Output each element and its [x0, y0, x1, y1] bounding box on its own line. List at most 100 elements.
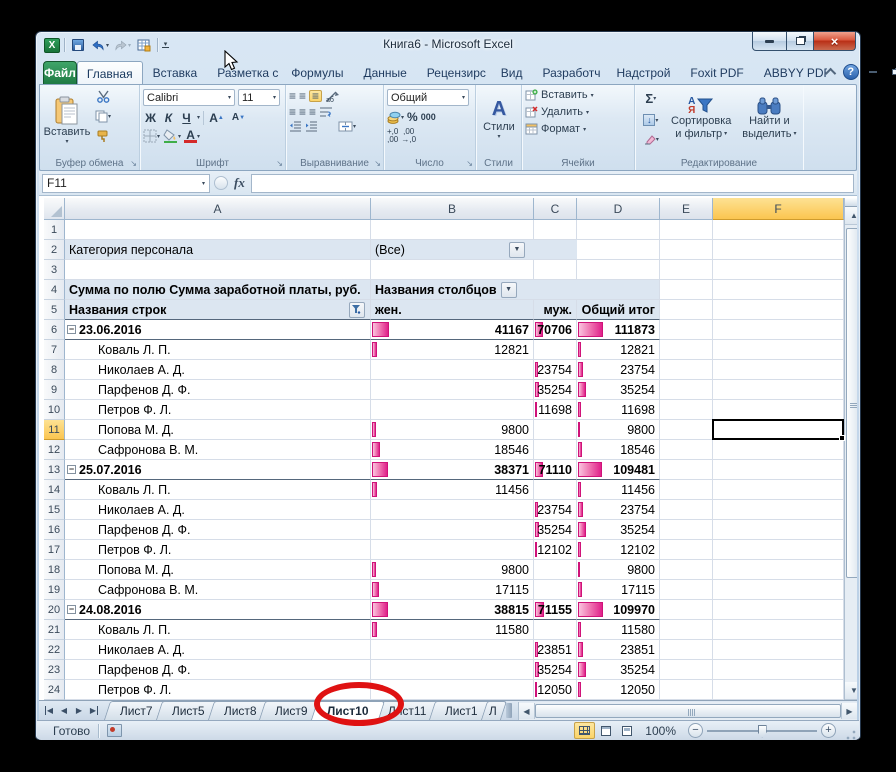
formula-bar-divider[interactable]	[214, 176, 228, 190]
dropdown-icon[interactable]: ▾	[157, 133, 160, 140]
cell-A18[interactable]: Попова М. Д.	[65, 560, 371, 580]
cell-F6[interactable]	[713, 320, 844, 340]
fill-color-button[interactable]: ▾	[163, 129, 181, 143]
find-select-button[interactable]: Найти и выделить▾	[739, 87, 800, 151]
cell-F17[interactable]	[713, 540, 844, 560]
cell-F5[interactable]	[713, 300, 844, 320]
cell-F19[interactable]	[713, 580, 844, 600]
cell-D3[interactable]	[577, 260, 660, 280]
cell-C11[interactable]	[534, 420, 577, 440]
cell-B13[interactable]: 38371	[371, 460, 534, 480]
cell-D16[interactable]: 35254	[577, 520, 660, 540]
cell-B3[interactable]	[371, 260, 534, 280]
row-header-23[interactable]: 23	[44, 660, 65, 680]
cell-D24[interactable]: 12050	[577, 680, 660, 700]
cell-A9[interactable]: Парфенов Д. Ф.	[65, 380, 371, 400]
cell-F4[interactable]	[713, 280, 844, 300]
row-header-6[interactable]: 6	[44, 320, 65, 340]
cell-E16[interactable]	[660, 520, 713, 540]
cell-B16[interactable]	[371, 520, 534, 540]
cell-C18[interactable]	[534, 560, 577, 580]
horizontal-scroll-track[interactable]	[535, 703, 841, 719]
font-color-button[interactable]: А ▾	[184, 130, 200, 143]
cell-F13[interactable]	[713, 460, 844, 480]
delete-cells-button[interactable]: Удалить	[541, 106, 583, 118]
cell-A4[interactable]: Сумма по полю Сумма заработной платы, ру…	[65, 280, 371, 300]
ribbon-tab-Главная[interactable]: Главная	[77, 61, 143, 85]
paste-button[interactable]: Вставить ▾	[43, 87, 91, 153]
dropdown-icon[interactable]: ▾	[586, 109, 589, 116]
cell-F23[interactable]	[713, 660, 844, 680]
italic-button[interactable]: К	[161, 110, 176, 125]
vertical-scrollbar[interactable]: ▲ ▼	[844, 198, 857, 700]
cell-D2[interactable]	[577, 240, 660, 260]
row-header-5[interactable]: 5	[44, 300, 65, 320]
number-format-combo[interactable]: Общий▾	[387, 89, 469, 106]
cell-C16[interactable]: 35254	[534, 520, 577, 540]
column-header-A[interactable]: A	[65, 198, 371, 220]
autosum-button[interactable]: Σ▾	[645, 91, 656, 106]
cell-F12[interactable]	[713, 440, 844, 460]
ribbon-tab-Разметка с[interactable]: Разметка с	[207, 61, 281, 85]
column-labels-dropdown[interactable]: ▼	[501, 282, 517, 298]
collapse-group-button[interactable]: −	[67, 605, 76, 614]
cell-E2[interactable]	[660, 240, 713, 260]
cell-F15[interactable]	[713, 500, 844, 520]
cell-B12[interactable]: 18546	[371, 440, 534, 460]
cell-A13[interactable]: −25.07.2016	[65, 460, 371, 480]
zoom-level[interactable]: 100%	[645, 724, 676, 738]
dropdown-icon[interactable]: ▾	[583, 126, 586, 133]
cell-E12[interactable]	[660, 440, 713, 460]
cell-B18[interactable]: 9800	[371, 560, 534, 580]
cell-E22[interactable]	[660, 640, 713, 660]
row-header-11[interactable]: 11	[44, 420, 65, 440]
cell-E23[interactable]	[660, 660, 713, 680]
cell-D13[interactable]: 109481	[577, 460, 660, 480]
cell-E7[interactable]	[660, 340, 713, 360]
zoom-slider-thumb[interactable]	[758, 725, 767, 738]
row-header-22[interactable]: 22	[44, 640, 65, 660]
column-header-C[interactable]: C	[534, 198, 577, 220]
cell-C8[interactable]: 23754	[534, 360, 577, 380]
cell-F18[interactable]	[713, 560, 844, 580]
cell-D17[interactable]: 12102	[577, 540, 660, 560]
prev-sheet-button[interactable]: ◀	[57, 704, 71, 718]
cell-B20[interactable]: 38815	[371, 600, 534, 620]
cell-E24[interactable]	[660, 680, 713, 700]
scroll-up-button[interactable]: ▲	[845, 207, 857, 225]
row-header-18[interactable]: 18	[44, 560, 65, 580]
decrease-indent-button[interactable]	[289, 121, 302, 132]
cell-B9[interactable]	[371, 380, 534, 400]
align-center-button[interactable]: ≡	[299, 107, 306, 117]
row-header-15[interactable]: 15	[44, 500, 65, 520]
cell-B8[interactable]	[371, 360, 534, 380]
align-top-button[interactable]: ≡	[289, 91, 296, 101]
cell-A7[interactable]: Коваль Л. П.	[65, 340, 371, 360]
dropdown-icon[interactable]: ▾	[591, 92, 594, 99]
font-size-combo[interactable]: 11▾	[238, 89, 280, 106]
cell-C17[interactable]: 12102	[534, 540, 577, 560]
cell-D19[interactable]: 17115	[577, 580, 660, 600]
alignment-dialog-launcher[interactable]: ↘	[374, 160, 381, 168]
cell-B10[interactable]	[371, 400, 534, 420]
workbook-restore-button[interactable]	[888, 66, 896, 79]
cell-B7[interactable]: 12821	[371, 340, 534, 360]
cell-C23[interactable]: 35254	[534, 660, 577, 680]
cell-C24[interactable]: 12050	[534, 680, 577, 700]
vertical-scroll-thumb[interactable]	[846, 228, 857, 578]
align-left-button[interactable]: ≡	[289, 107, 296, 117]
cell-C15[interactable]: 23754	[534, 500, 577, 520]
styles-button[interactable]: А Стили ▾	[479, 87, 519, 151]
column-header-F[interactable]: F	[713, 198, 844, 220]
cell-A22[interactable]: Николаев А. Д.	[65, 640, 371, 660]
cell-F3[interactable]	[713, 260, 844, 280]
cell-B14[interactable]: 11456	[371, 480, 534, 500]
cell-C13[interactable]: 71110	[534, 460, 577, 480]
dropdown-icon[interactable]: ▾	[197, 133, 200, 140]
cell-D5[interactable]: Общий итог	[577, 300, 660, 320]
cell-E13[interactable]	[660, 460, 713, 480]
cell-F10[interactable]	[713, 400, 844, 420]
cell-F22[interactable]	[713, 640, 844, 660]
ribbon-tab-ABBYY PDF[interactable]: ABBYY PDF	[754, 61, 828, 85]
row-header-8[interactable]: 8	[44, 360, 65, 380]
